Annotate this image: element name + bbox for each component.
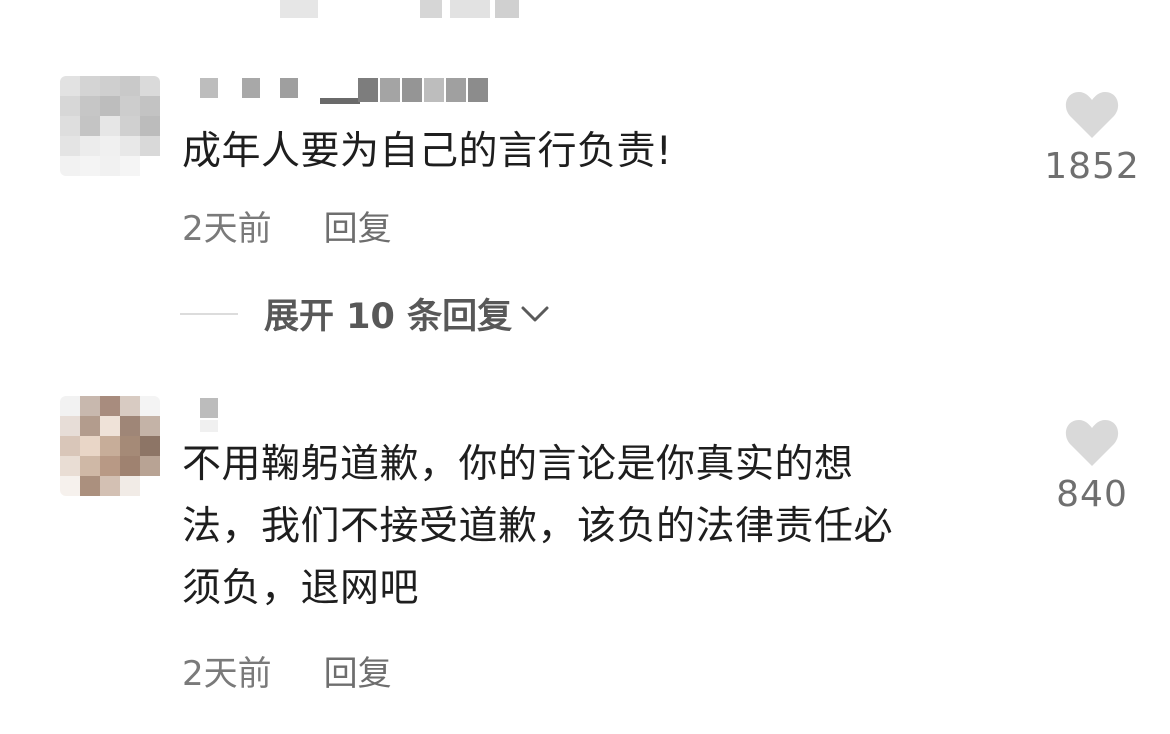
like-count: 840 bbox=[1056, 474, 1128, 515]
expand-replies-label: 展开 10 条回复 bbox=[264, 297, 513, 337]
heart-icon[interactable] bbox=[1064, 418, 1120, 468]
comment-time: 2天前 bbox=[182, 654, 272, 694]
heart-icon[interactable] bbox=[1064, 90, 1120, 140]
comment-item: 不用鞠躬道歉，你的言论是你真实的想 法，我们不接受道歉，该负的法律责任必 须负，… bbox=[0, 396, 1170, 696]
username-pixelated[interactable] bbox=[198, 76, 518, 106]
comment-item: 成年人要为自己的言行负责! 2天前 回复 1852 展开 10 条回复 bbox=[0, 76, 1170, 366]
reply-button[interactable]: 回复 bbox=[324, 201, 392, 250]
avatar[interactable] bbox=[60, 76, 160, 176]
like-button[interactable]: 1852 bbox=[1042, 90, 1142, 187]
expand-replies-button[interactable]: 展开 10 条回复 bbox=[180, 288, 550, 339]
username-pixelated[interactable] bbox=[198, 396, 518, 432]
comment-text: 不用鞠躬道歉，你的言论是你真实的想 法，我们不接受道歉，该负的法律责任必 须负，… bbox=[182, 442, 894, 611]
pixelated-username-remnant bbox=[270, 0, 530, 20]
divider-line bbox=[180, 312, 238, 315]
chevron-down-icon bbox=[521, 306, 549, 321]
comment-time: 2天前 bbox=[182, 209, 272, 249]
avatar[interactable] bbox=[60, 396, 160, 496]
like-button[interactable]: 840 bbox=[1042, 418, 1142, 515]
comment-text: 成年人要为自己的言行负责! bbox=[182, 129, 673, 174]
reply-button[interactable]: 回复 bbox=[324, 646, 392, 695]
comment-meta: 2天前 回复 bbox=[182, 646, 392, 695]
comment-meta: 2天前 回复 bbox=[182, 201, 392, 250]
like-count: 1852 bbox=[1044, 146, 1140, 187]
